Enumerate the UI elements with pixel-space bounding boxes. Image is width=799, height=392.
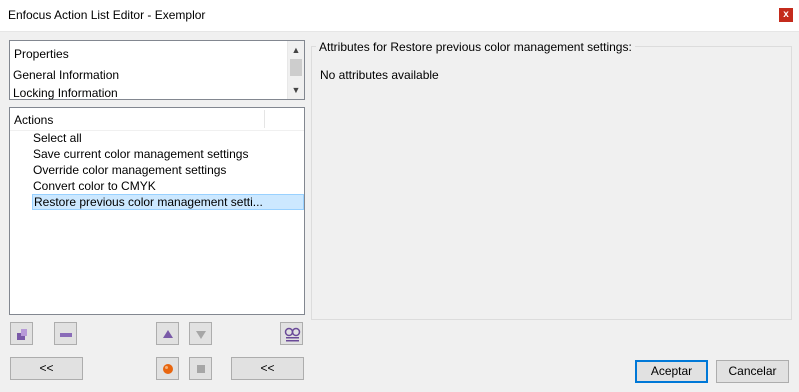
properties-scrollbar[interactable]: ▲ ▼ bbox=[287, 41, 304, 99]
scroll-thumb[interactable] bbox=[290, 59, 302, 76]
record-icon bbox=[163, 364, 173, 374]
ok-button[interactable]: Aceptar bbox=[635, 360, 708, 383]
action-item-override-color[interactable]: Override color management settings bbox=[32, 162, 304, 178]
remove-action-icon bbox=[60, 333, 72, 337]
move-up-button[interactable] bbox=[156, 322, 179, 345]
actions-header: Actions bbox=[14, 113, 54, 127]
remove-action-button[interactable] bbox=[54, 322, 77, 345]
collapse-right-button[interactable]: << bbox=[231, 357, 304, 380]
move-down-icon bbox=[196, 331, 206, 339]
add-action-icon bbox=[17, 329, 27, 340]
actions-list[interactable]: Actions Select all Save current color ma… bbox=[9, 107, 305, 315]
stop-icon bbox=[197, 365, 205, 373]
action-item-select-all[interactable]: Select all bbox=[32, 130, 304, 146]
scroll-up-icon[interactable]: ▲ bbox=[288, 42, 304, 58]
move-down-button[interactable] bbox=[189, 322, 212, 345]
properties-list[interactable]: Properties General Information Locking I… bbox=[9, 40, 305, 100]
title-bar: Enfocus Action List Editor - Exemplor x bbox=[0, 0, 799, 32]
close-button[interactable]: x bbox=[779, 8, 793, 22]
properties-item-locking[interactable]: Locking Information bbox=[13, 86, 118, 100]
record-button[interactable] bbox=[156, 357, 179, 380]
no-attributes-message: No attributes available bbox=[320, 68, 439, 82]
header-divider bbox=[264, 110, 265, 128]
action-item-save-color[interactable]: Save current color management settings bbox=[32, 146, 304, 162]
attributes-group-title: Attributes for Restore previous color ma… bbox=[316, 40, 635, 54]
add-action-button[interactable] bbox=[10, 322, 33, 345]
properties-header: Properties bbox=[14, 47, 69, 61]
action-item-convert-cmyk[interactable]: Convert color to CMYK bbox=[32, 178, 304, 194]
stop-button[interactable] bbox=[189, 357, 212, 380]
move-up-icon bbox=[163, 330, 173, 338]
attributes-group bbox=[311, 46, 792, 320]
cancel-button[interactable]: Cancelar bbox=[716, 360, 789, 383]
glasses-icon bbox=[284, 327, 301, 342]
properties-item-general[interactable]: General Information bbox=[13, 68, 119, 82]
window-title: Enfocus Action List Editor - Exemplor bbox=[8, 8, 206, 22]
action-item-restore-color[interactable]: Restore previous color management setti.… bbox=[32, 194, 304, 210]
preview-button[interactable] bbox=[280, 322, 303, 345]
collapse-left-button[interactable]: << bbox=[10, 357, 83, 380]
scroll-down-icon[interactable]: ▼ bbox=[288, 82, 304, 98]
